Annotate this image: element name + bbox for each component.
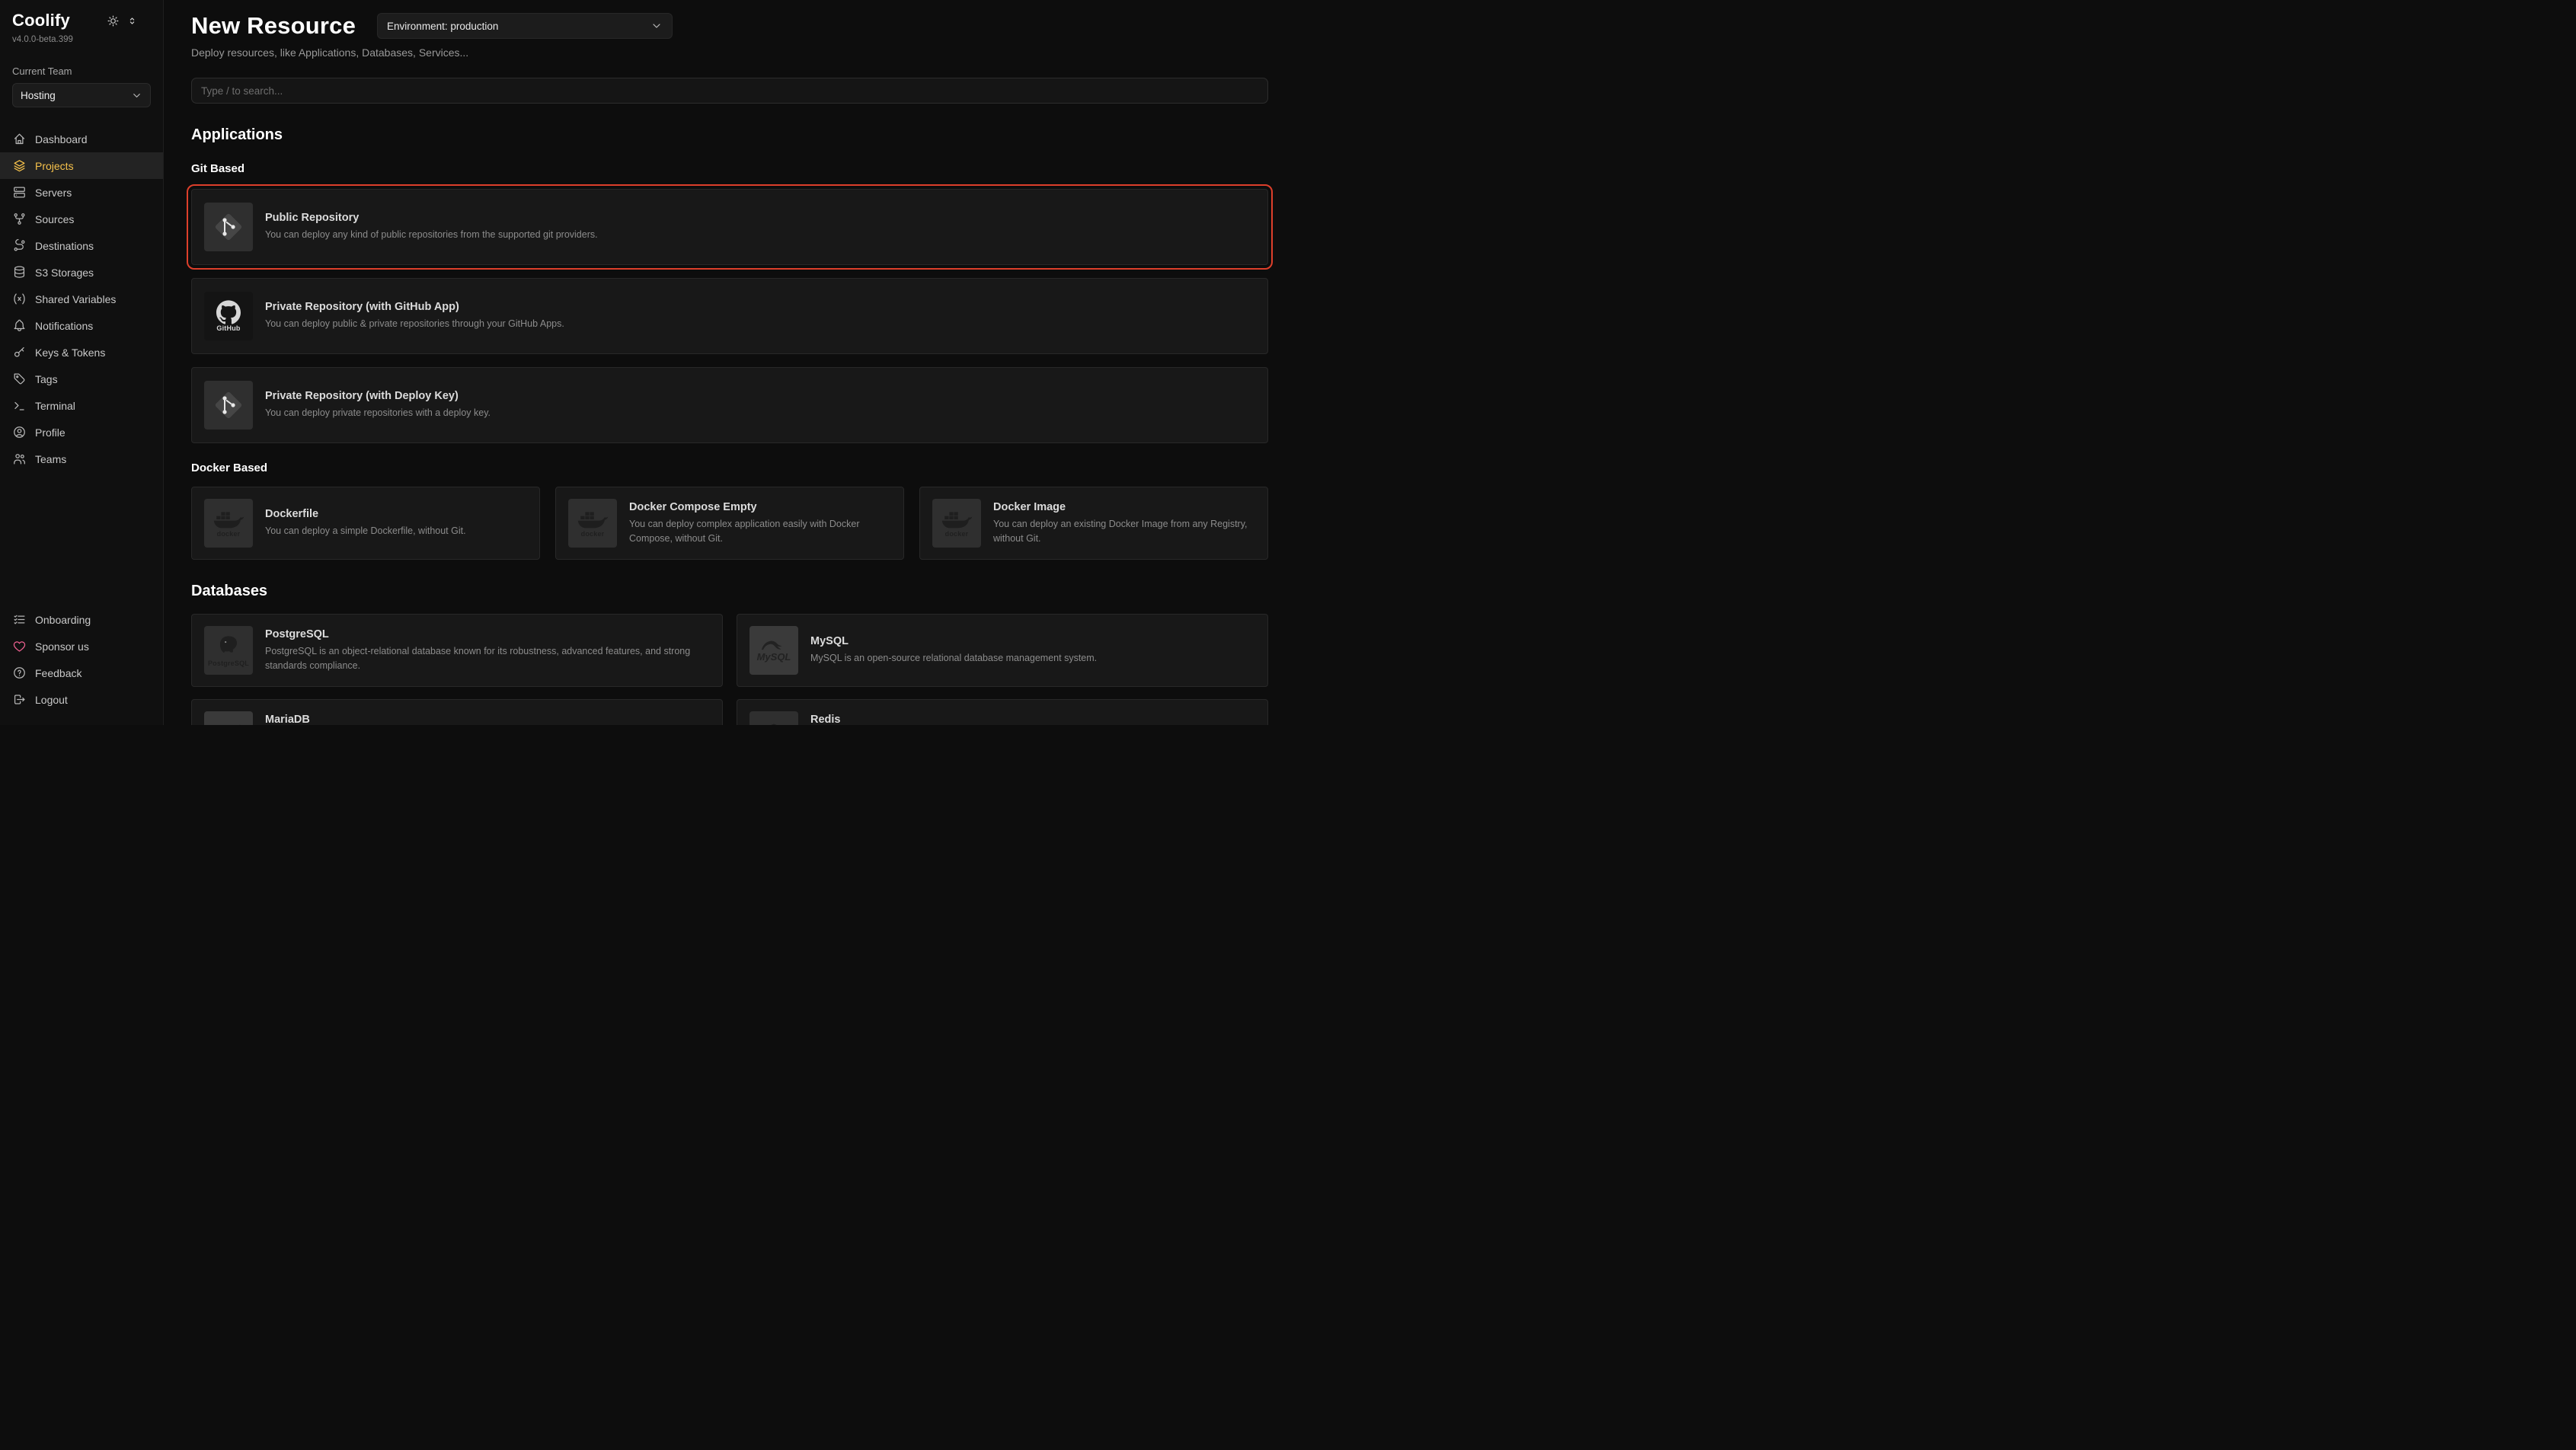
server-icon xyxy=(12,185,27,200)
sidebar-item-projects[interactable]: Projects xyxy=(0,152,163,179)
search-input[interactable] xyxy=(191,78,1268,104)
sidebar-item-s3-storages[interactable]: S3 Storages xyxy=(0,259,163,286)
current-team-label: Current Team xyxy=(0,44,163,83)
team-select-value: Hosting xyxy=(21,90,56,101)
app-version: v4.0.0-beta.399 xyxy=(0,30,163,44)
mariadb-icon: MariaDB xyxy=(204,711,253,725)
bell-icon xyxy=(12,318,27,333)
sidebar-item-notifications[interactable]: Notifications xyxy=(0,312,163,339)
tag-icon xyxy=(12,372,27,386)
card-docker-compose-empty[interactable]: docker Docker Compose Empty You can depl… xyxy=(555,487,904,560)
environment-select-value: Environment: production xyxy=(387,21,498,32)
git-icon xyxy=(204,203,253,251)
github-icon: GitHub xyxy=(204,292,253,340)
sidebar-item-profile[interactable]: Profile xyxy=(0,419,163,446)
sidebar-item-shared-variables[interactable]: Shared Variables xyxy=(0,286,163,312)
sidebar-nav: Dashboard Projects Servers Sources Desti… xyxy=(0,126,163,472)
sidebar: Coolify v4.0.0-beta.399 Current Team Hos… xyxy=(0,0,164,725)
page-title: New Resource xyxy=(191,12,356,40)
help-circle-icon xyxy=(12,666,27,680)
main-content: New Resource Environment: production Dep… xyxy=(164,0,1288,725)
redis-icon: redis xyxy=(749,711,798,725)
card-public-repository[interactable]: Public Repository You can deploy any kin… xyxy=(191,189,1268,265)
terminal-icon xyxy=(12,398,27,413)
postgresql-icon: PostgreSQL xyxy=(204,626,253,675)
card-mariadb[interactable]: MariaDB MariaDB MariaDB is a community-d… xyxy=(191,699,723,725)
checklist-icon xyxy=(12,612,27,627)
chevron-down-icon xyxy=(131,90,142,101)
app-logo: Coolify xyxy=(12,11,70,30)
database-cards: PostgreSQL PostgreSQL PostgreSQL is an o… xyxy=(191,614,1268,725)
docker-icon: docker xyxy=(204,499,253,548)
sidebar-item-tags[interactable]: Tags xyxy=(0,366,163,392)
card-redis[interactable]: redis Redis Redis is a source-available,… xyxy=(737,699,1268,725)
card-private-repository-deploy-key[interactable]: Private Repository (with Deploy Key) You… xyxy=(191,367,1268,443)
home-icon xyxy=(12,132,27,146)
route-icon xyxy=(12,238,27,253)
sidebar-item-sponsor-us[interactable]: Sponsor us xyxy=(0,633,163,660)
users-icon xyxy=(12,452,27,466)
sidebar-item-sources[interactable]: Sources xyxy=(0,206,163,232)
sidebar-item-dashboard[interactable]: Dashboard xyxy=(0,126,163,152)
chevron-up-down-icon[interactable] xyxy=(126,14,139,27)
brand-row: Coolify xyxy=(0,11,163,30)
subsection-title-docker-based: Docker Based xyxy=(191,462,1268,474)
docker-icon: docker xyxy=(932,499,981,548)
git-branch-icon xyxy=(12,212,27,226)
key-icon xyxy=(12,345,27,359)
section-title-applications: Applications xyxy=(191,126,1268,144)
sidebar-item-destinations[interactable]: Destinations xyxy=(0,232,163,259)
mysql-icon: MySQL xyxy=(749,626,798,675)
team-select[interactable]: Hosting xyxy=(12,83,151,107)
logout-icon xyxy=(12,692,27,707)
environment-select[interactable]: Environment: production xyxy=(377,13,673,39)
subsection-title-git-based: Git Based xyxy=(191,162,1268,175)
variable-icon xyxy=(12,292,27,306)
docker-icon: docker xyxy=(568,499,617,548)
card-postgresql[interactable]: PostgreSQL PostgreSQL PostgreSQL is an o… xyxy=(191,614,723,687)
card-private-repository-github-app[interactable]: GitHub Private Repository (with GitHub A… xyxy=(191,278,1268,354)
user-circle-icon xyxy=(12,425,27,439)
sidebar-item-onboarding[interactable]: Onboarding xyxy=(0,606,163,633)
card-mysql[interactable]: MySQL MySQL MySQL is an open-source rela… xyxy=(737,614,1268,687)
chevron-down-icon xyxy=(650,20,663,32)
sidebar-item-logout[interactable]: Logout xyxy=(0,686,163,713)
git-based-cards: Public Repository You can deploy any kin… xyxy=(191,189,1268,443)
theme-toggle-sun-icon[interactable] xyxy=(107,14,120,27)
sidebar-item-servers[interactable]: Servers xyxy=(0,179,163,206)
section-title-databases: Databases xyxy=(191,583,1268,600)
sidebar-item-terminal[interactable]: Terminal xyxy=(0,392,163,419)
sidebar-item-feedback[interactable]: Feedback xyxy=(0,660,163,686)
docker-based-cards: docker Dockerfile You can deploy a simpl… xyxy=(191,487,1268,560)
page-subtitle: Deploy resources, like Applications, Dat… xyxy=(191,46,1268,59)
git-icon xyxy=(204,381,253,430)
heart-icon xyxy=(12,639,27,653)
card-dockerfile[interactable]: docker Dockerfile You can deploy a simpl… xyxy=(191,487,540,560)
sidebar-item-keys-tokens[interactable]: Keys & Tokens xyxy=(0,339,163,366)
card-docker-image[interactable]: docker Docker Image You can deploy an ex… xyxy=(919,487,1268,560)
database-icon xyxy=(12,265,27,279)
sidebar-footer: Onboarding Sponsor us Feedback Logout xyxy=(0,606,163,713)
layers-icon xyxy=(12,158,27,173)
sidebar-item-teams[interactable]: Teams xyxy=(0,446,163,472)
